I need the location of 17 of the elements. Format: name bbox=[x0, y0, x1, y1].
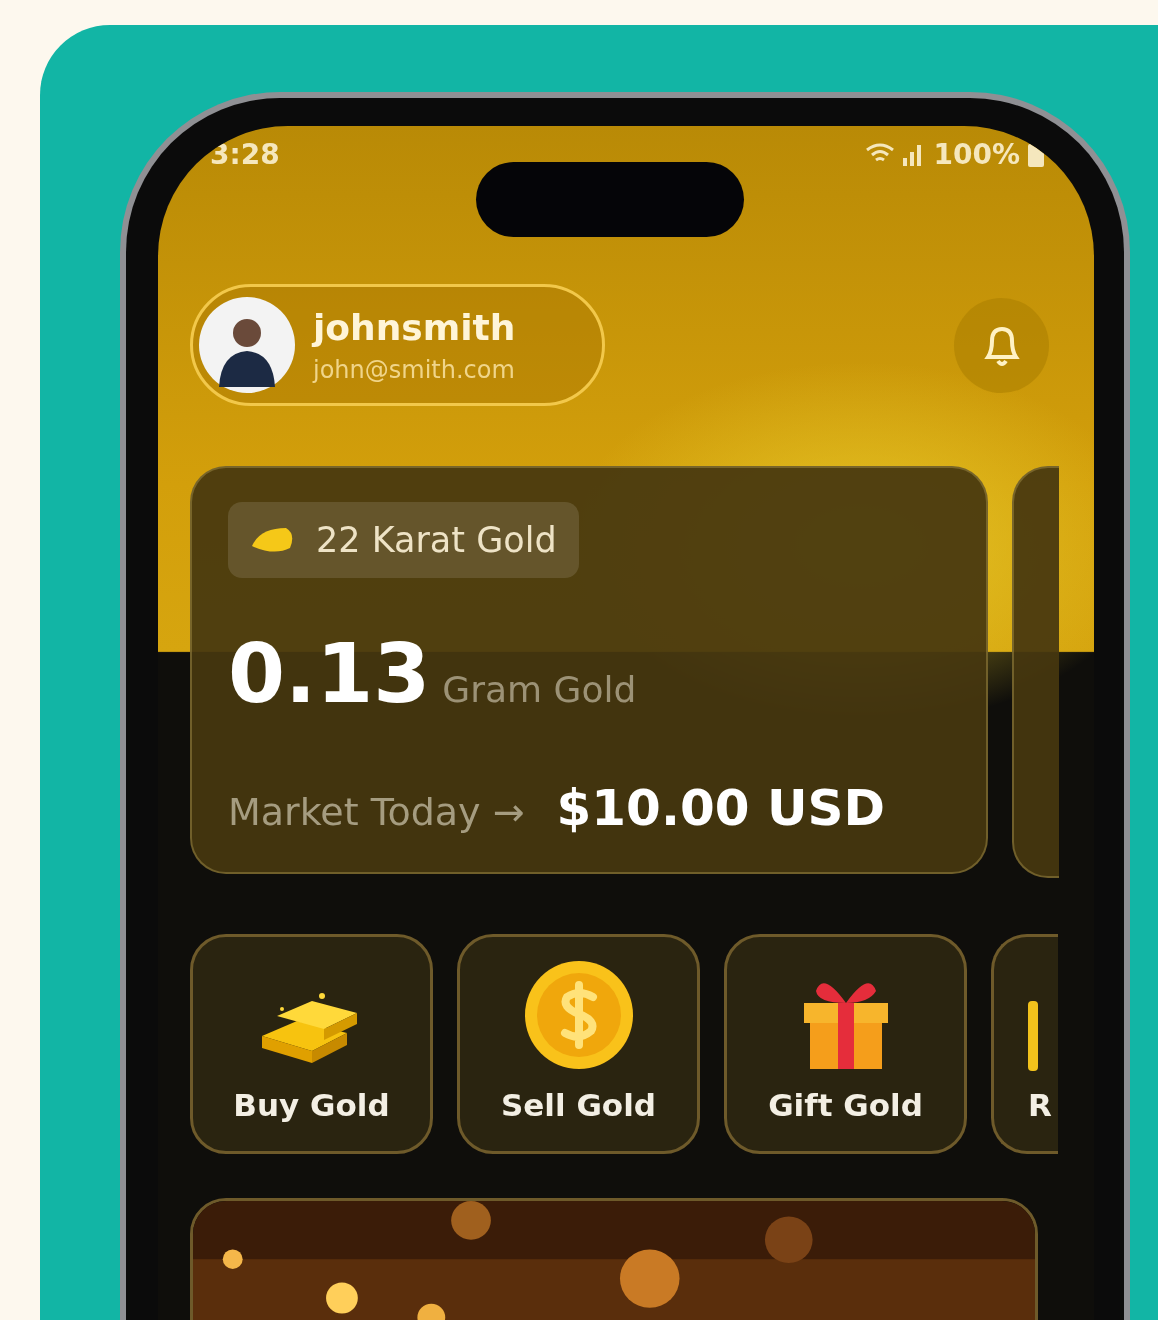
action-button[interactable]: Buy Gold bbox=[190, 934, 433, 1154]
market-price: $10.00 USD bbox=[556, 779, 885, 837]
balance-unit: Gram Gold bbox=[442, 669, 637, 710]
status-time: 3:28 bbox=[210, 137, 280, 171]
balance-card[interactable]: 22 Karat Gold 0.13 Gram Gold Market Today → $10.00 USD bbox=[190, 466, 988, 874]
user-name: johnsmith bbox=[313, 306, 516, 348]
user-email: john@smith.com bbox=[313, 355, 516, 384]
balance-amount: 0.13 bbox=[228, 626, 431, 721]
coin-icon bbox=[522, 959, 635, 1071]
battery-percent: 100% bbox=[933, 137, 1020, 171]
market-label: Market Today → bbox=[228, 790, 525, 834]
action-button[interactable]: R bbox=[991, 934, 1058, 1154]
next-card[interactable] bbox=[1012, 466, 1059, 878]
action-button[interactable]: Gift Gold bbox=[724, 934, 967, 1154]
action-button[interactable]: Sell Gold bbox=[457, 934, 700, 1154]
ingot-icon bbox=[1028, 1001, 1038, 1071]
karat-label: 22 Karat Gold bbox=[316, 520, 557, 560]
